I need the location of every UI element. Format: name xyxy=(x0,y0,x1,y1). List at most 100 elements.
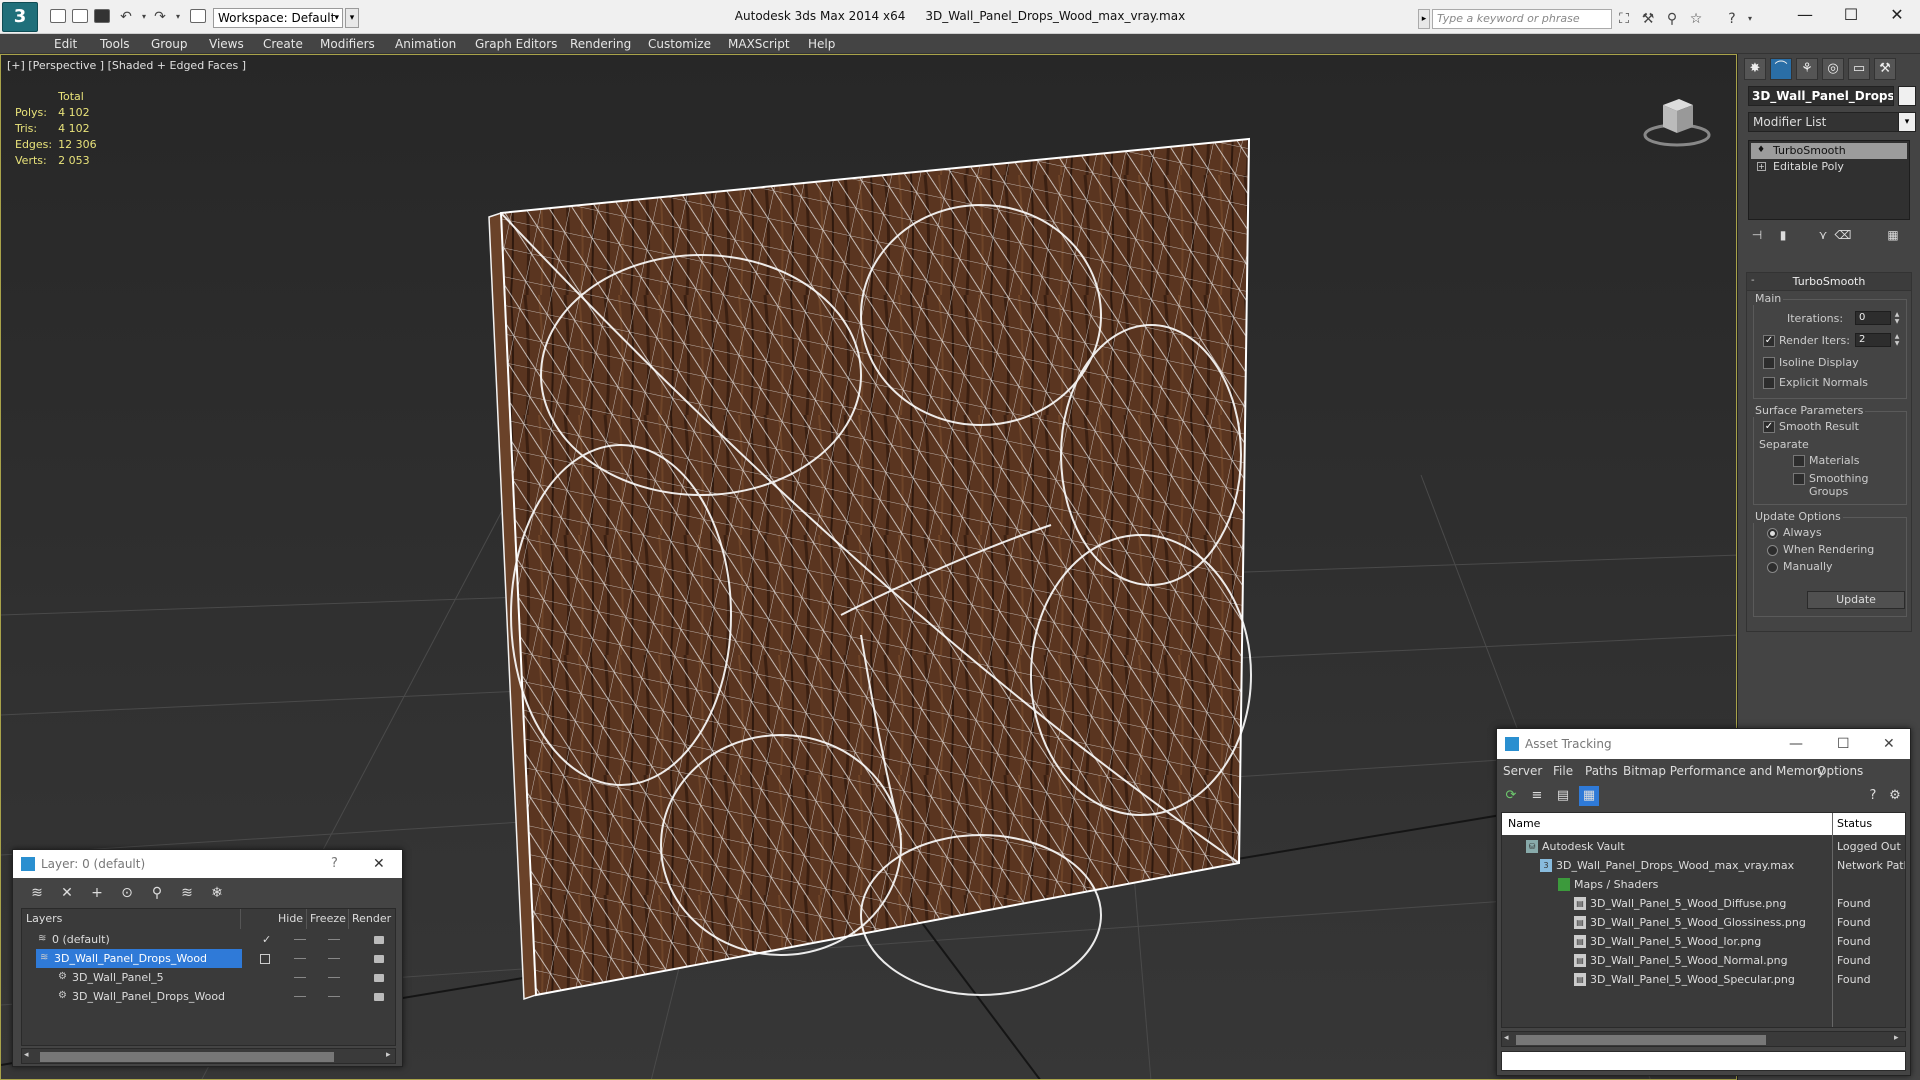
layer-dialog-titlebar[interactable]: Layer: 0 (default) xyxy=(13,850,402,878)
viewport-label-menu[interactable]: [+] [Perspective ] [Shaded + Edged Faces… xyxy=(7,59,246,72)
object-color-swatch[interactable] xyxy=(1898,86,1916,106)
lightbulb-icon[interactable]: ♦ xyxy=(1757,145,1765,155)
modify-tab-icon[interactable]: ⌒ xyxy=(1770,58,1792,80)
render-teapot-icon[interactable] xyxy=(374,974,384,982)
viewcube-icon[interactable] xyxy=(1641,87,1711,157)
spinner-arrows-icon[interactable]: ▲ ▼ xyxy=(1893,333,1901,347)
menu-maxscript[interactable]: MAXScript xyxy=(728,34,790,54)
table-row[interactable]: ▤ 3D_Wall_Panel_5_Wood_Specular.png Foun… xyxy=(1502,970,1905,989)
isoline-display-checkbox[interactable] xyxy=(1763,357,1775,369)
update-button[interactable]: Update xyxy=(1807,591,1905,609)
scroll-right-icon[interactable]: ▸ xyxy=(1894,1033,1899,1043)
stack-item-editable-poly[interactable]: Editable Poly xyxy=(1751,159,1907,175)
table-row[interactable]: ⛁ Autodesk Vault Logged Out ... xyxy=(1502,837,1905,856)
hide-toggle[interactable] xyxy=(294,996,306,997)
save-file-icon[interactable] xyxy=(94,9,110,23)
table-row[interactable]: ▤ 3D_Wall_Panel_5_Wood_Normal.png Found xyxy=(1502,951,1905,970)
minimize-icon[interactable]: — xyxy=(1782,0,1828,32)
workspace-dropdown[interactable]: Workspace: Default ▾ xyxy=(213,8,343,28)
modifier-list-dropdown[interactable]: Modifier List xyxy=(1748,112,1910,132)
smoothing-groups-checkbox[interactable] xyxy=(1793,473,1805,485)
scroll-right-icon[interactable]: ▸ xyxy=(386,1050,391,1060)
quick-access-menu-button[interactable]: ▾ xyxy=(345,8,359,28)
collapse-icon[interactable]: - xyxy=(1751,275,1755,286)
close-icon[interactable]: ✕ xyxy=(373,850,385,878)
pin-stack-icon[interactable]: ⊣ xyxy=(1748,226,1766,244)
undo-icon[interactable]: ↶ xyxy=(118,9,134,25)
undo-dropdown-icon[interactable]: ▾ xyxy=(136,9,152,25)
rollout-title[interactable]: TurboSmooth xyxy=(1747,273,1911,291)
layer-stack-icon[interactable]: ≋ xyxy=(27,884,47,902)
display-tab-icon[interactable]: ▭ xyxy=(1848,58,1870,80)
help-icon[interactable]: ? xyxy=(1863,786,1883,806)
spinner-arrows-icon[interactable]: ▲ ▼ xyxy=(1893,311,1901,325)
remove-modifier-icon[interactable]: ⌫ xyxy=(1834,226,1852,244)
help-dropdown-icon[interactable]: ▾ xyxy=(1742,11,1758,27)
horizontal-scrollbar[interactable]: ◂ ▸ xyxy=(1501,1031,1906,1047)
menu-options[interactable]: Options xyxy=(1817,761,1863,781)
column-layers[interactable]: Layers xyxy=(26,909,62,929)
asset-path-field[interactable] xyxy=(1501,1051,1906,1071)
subscription-icon[interactable]: ⚒ xyxy=(1640,11,1656,27)
menu-views[interactable]: Views xyxy=(209,34,244,54)
table-row[interactable]: 3 3D_Wall_Panel_Drops_Wood_max_vray.max … xyxy=(1502,856,1905,875)
hide-toggle[interactable] xyxy=(294,977,306,978)
favorites-star-icon[interactable]: ☆ xyxy=(1688,11,1704,27)
scrollbar-thumb[interactable] xyxy=(40,1052,334,1062)
column-status[interactable]: Status xyxy=(1837,813,1872,835)
menu-graph-editors[interactable]: Graph Editors xyxy=(475,34,557,54)
menu-create[interactable]: Create xyxy=(263,34,303,54)
hide-all-layers-icon[interactable]: ≋ xyxy=(177,884,197,902)
configure-sets-icon[interactable]: ▦ xyxy=(1884,226,1902,244)
expand-plus-icon[interactable]: + xyxy=(1757,162,1766,171)
table-row[interactable]: ▤ 3D_Wall_Panel_5_Wood_Glossiness.png Fo… xyxy=(1502,913,1905,932)
scroll-left-icon[interactable]: ◂ xyxy=(24,1050,29,1060)
column-name[interactable]: Name xyxy=(1508,813,1540,835)
freeze-toggle[interactable] xyxy=(328,996,340,997)
menu-file[interactable]: File xyxy=(1553,761,1573,781)
close-icon[interactable]: ✕ xyxy=(1883,729,1895,759)
add-to-layer-icon[interactable]: + xyxy=(87,884,107,902)
layer-row[interactable]: ⚙ 3D_Wall_Panel_5 xyxy=(24,968,394,987)
menu-help[interactable]: Help xyxy=(808,34,835,54)
menu-animation[interactable]: Animation xyxy=(395,34,456,54)
layer-row[interactable]: ≋ 0 (default) ✓ xyxy=(24,930,394,949)
column-hide[interactable]: Hide xyxy=(278,909,303,929)
binoculars-icon[interactable]: ⛶ xyxy=(1616,11,1632,27)
stack-item-turbosmooth[interactable]: TurboSmooth xyxy=(1751,143,1907,159)
manually-radio[interactable] xyxy=(1767,562,1778,573)
motion-tab-icon[interactable]: ◎ xyxy=(1822,58,1844,80)
table-row[interactable]: Maps / Shaders xyxy=(1502,875,1905,894)
explicit-normals-checkbox[interactable] xyxy=(1763,377,1775,389)
hide-toggle[interactable] xyxy=(294,939,306,940)
menu-server[interactable]: Server xyxy=(1503,761,1542,781)
communication-center-icon[interactable]: ⚲ xyxy=(1664,11,1680,27)
menu-paths[interactable]: Paths xyxy=(1585,761,1618,781)
menu-bitmap-performance[interactable]: Bitmap Performance and Memory xyxy=(1623,761,1825,781)
scroll-left-icon[interactable]: ◂ xyxy=(1504,1033,1509,1043)
freeze-toggle[interactable] xyxy=(328,977,340,978)
settings-icon[interactable]: ⚙ xyxy=(1885,786,1905,806)
render-iters-spinner[interactable]: 2 xyxy=(1855,333,1891,347)
make-unique-icon[interactable]: ⋎ xyxy=(1814,226,1832,244)
menu-modifiers[interactable]: Modifiers xyxy=(320,34,375,54)
menu-tools[interactable]: Tools xyxy=(100,34,130,54)
select-objects-icon[interactable]: ⊙ xyxy=(117,884,137,902)
create-tab-icon[interactable]: ✸ xyxy=(1744,58,1766,80)
detail-view-icon[interactable]: ▤ xyxy=(1553,786,1573,806)
column-render[interactable]: Render xyxy=(352,909,391,929)
always-radio[interactable] xyxy=(1767,528,1778,539)
chevron-down-icon[interactable]: ▾ xyxy=(1898,112,1916,132)
search-expand-button[interactable]: ▸ xyxy=(1418,9,1430,29)
object-name-field[interactable]: 3D_Wall_Panel_Drops_W xyxy=(1748,86,1894,106)
refresh-icon[interactable]: ⟳ xyxy=(1501,786,1521,806)
layer-row[interactable]: ⚙ 3D_Wall_Panel_Drops_Wood xyxy=(24,987,394,1006)
render-iters-checkbox[interactable]: ✓ xyxy=(1763,335,1775,347)
hide-toggle[interactable] xyxy=(294,958,306,959)
table-row[interactable]: ▤ 3D_Wall_Panel_5_Wood_Diffuse.png Found xyxy=(1502,894,1905,913)
table-row[interactable]: ▤ 3D_Wall_Panel_5_Wood_Ior.png Found xyxy=(1502,932,1905,951)
help-icon[interactable]: ? xyxy=(331,850,338,878)
active-layer-check-icon[interactable]: ✓ xyxy=(262,930,271,949)
open-file-icon[interactable] xyxy=(72,9,88,23)
close-icon[interactable]: ✕ xyxy=(1874,0,1920,32)
